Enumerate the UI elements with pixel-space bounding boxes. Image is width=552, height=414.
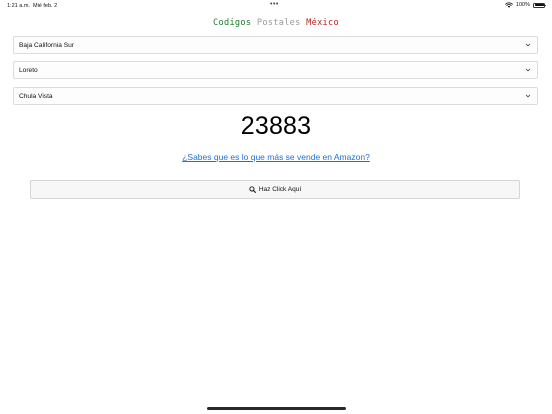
battery-fill	[534, 4, 545, 6]
title-word-codigos: Codigos	[213, 18, 252, 28]
municipality-select[interactable]: Loreto	[13, 61, 538, 79]
state-select[interactable]: Baja California Sur	[13, 36, 538, 54]
battery-percent: 100%	[515, 2, 530, 8]
state-select-value: Baja California Sur	[19, 41, 74, 49]
status-time: 1:21 a.m.	[7, 3, 30, 9]
chevron-down-icon	[525, 43, 531, 47]
click-here-button-label: Haz Click Aquí	[258, 186, 302, 193]
settlement-select-value: Chula Vista	[19, 92, 53, 100]
municipality-select-value: Loreto	[19, 66, 38, 74]
amazon-link[interactable]: ¿Sabes que es lo que más se vende en Ama…	[0, 152, 552, 162]
click-here-button[interactable]: Haz Click Aquí	[30, 180, 520, 199]
settlement-select[interactable]: Chula Vista	[13, 87, 538, 105]
home-indicator[interactable]	[207, 407, 346, 410]
status-time-date: 1:21 a.m. Mié feb. 2	[7, 3, 57, 9]
search-icon	[249, 186, 256, 193]
postal-code-result: 23883	[240, 112, 312, 140]
status-bar: 1:21 a.m. Mié feb. 2 ••• 100%	[0, 0, 552, 12]
multitask-dots[interactable]: •••	[270, 1, 279, 8]
status-date: Mié feb. 2	[33, 3, 58, 9]
status-right: 100%	[505, 2, 547, 8]
app-title: Codigos Postales México	[0, 18, 552, 28]
wifi-icon	[505, 2, 513, 8]
title-word-postales: Postales	[256, 18, 301, 28]
chevron-down-icon	[525, 68, 531, 72]
chevron-down-icon	[525, 94, 531, 98]
battery-icon	[533, 2, 547, 8]
title-word-mexico: México	[306, 18, 339, 28]
